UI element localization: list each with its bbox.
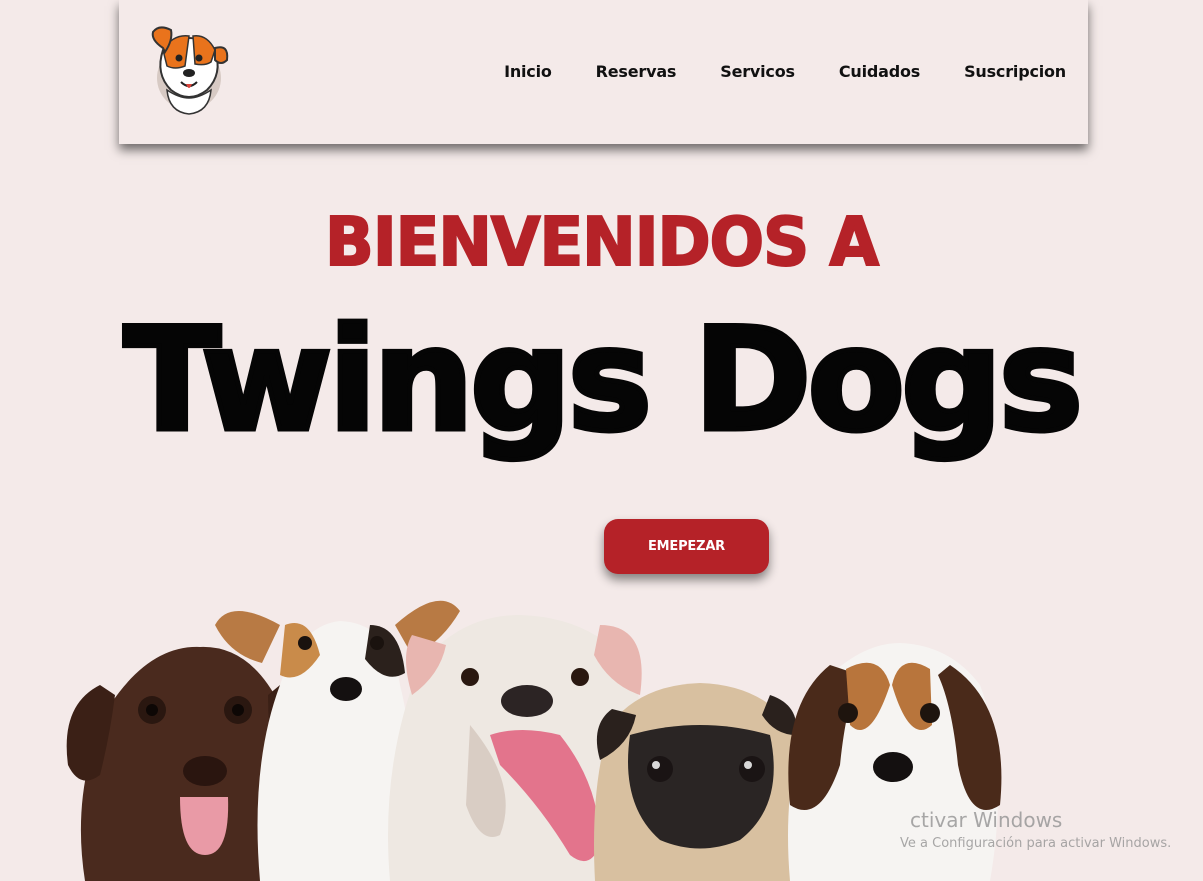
nav-menu: Inicio Reservas Servicos Cuidados Suscri…	[460, 62, 1066, 81]
nav-link-reservas[interactable]: Reservas	[596, 62, 677, 81]
dog-logo-icon[interactable]	[149, 20, 231, 116]
watermark-subtitle: Ve a Configuración para activar Windows.	[900, 836, 1172, 851]
nav-link-servicos[interactable]: Servicos	[720, 62, 795, 81]
nav-link-inicio[interactable]: Inicio	[504, 62, 552, 81]
start-button[interactable]: EMEPEZAR	[604, 519, 769, 574]
watermark-title: ctivar Windows	[910, 808, 1063, 832]
hero-title: Twings Dogs	[121, 296, 1085, 466]
windows-activation-watermark: ctivar Windows Ve a Configuración para a…	[900, 808, 1171, 851]
pug-puppy-figure	[594, 683, 802, 881]
hero-subtitle: BIENVENIDOS A	[324, 203, 880, 283]
nav-link-suscripcion[interactable]: Suscripcion	[964, 62, 1066, 81]
nav-link-cuidados[interactable]: Cuidados	[839, 62, 920, 81]
navbar: Inicio Reservas Servicos Cuidados Suscri…	[119, 0, 1088, 144]
